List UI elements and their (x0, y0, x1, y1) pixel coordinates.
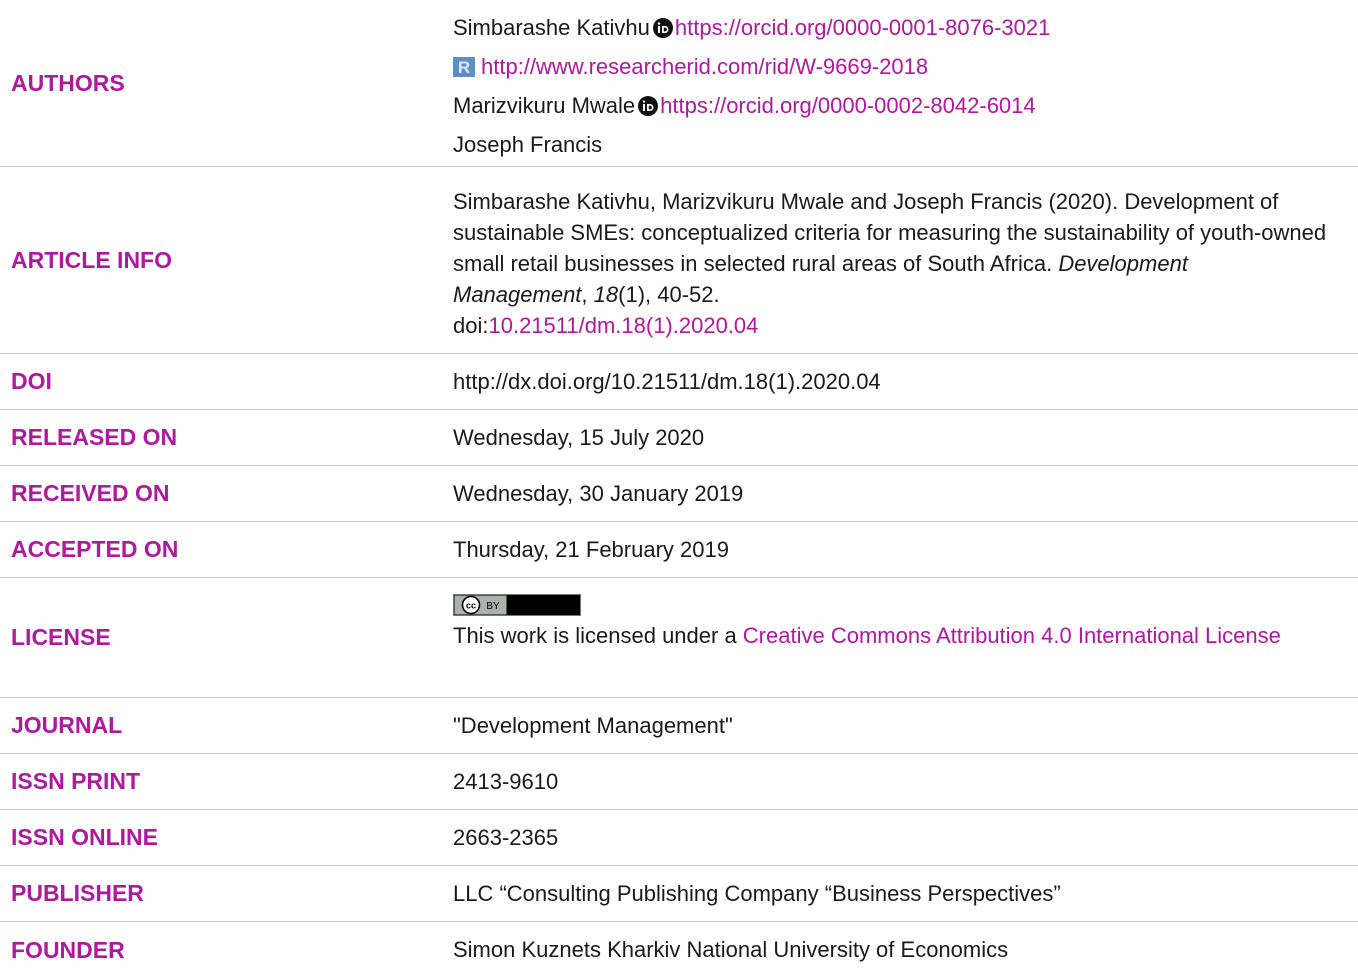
cc-by-badge-icon[interactable]: cc BY (453, 594, 581, 616)
doi-value: http://dx.doi.org/10.21511/dm.18(1).2020… (453, 368, 881, 394)
journal-value: "Development Management" (453, 712, 733, 738)
svg-text:R: R (458, 58, 470, 77)
authors-value: Simbarashe Kativhu https://orcid.org/000… (453, 0, 1328, 174)
citation-authors: Simbarashe Kativhu, Marizvikuru Mwale an… (453, 188, 1119, 214)
citation-volume: 18 (593, 281, 619, 307)
released-on-value: Wednesday, 15 July 2020 (453, 424, 705, 450)
row-issn-online: ISSN ONLINE 2663-2365 (0, 810, 1358, 866)
doi-label: DOI (11, 368, 52, 394)
accepted-on-label: ACCEPTED ON (11, 536, 179, 562)
publisher-value: LLC “Consulting Publishing Company “Busi… (453, 880, 1061, 906)
publisher-label: PUBLISHER (11, 880, 144, 906)
issn-online-value: 2663-2365 (453, 824, 559, 850)
issn-online-label: ISSN ONLINE (11, 824, 158, 850)
license-value: cc BY This work is licensed under a Crea… (453, 578, 1328, 713)
article-info-value: Simbarashe Kativhu, Marizvikuru Mwale an… (453, 167, 1328, 356)
row-received-on: RECEIVED ON Wednesday, 30 January 2019 (0, 466, 1358, 522)
orcid-icon (652, 17, 673, 38)
citation-doi: doi:10.21511/dm.18(1).2020.04 (453, 310, 1328, 341)
author-1: Simbarashe Kativhu https://orcid.org/000… (453, 8, 1328, 47)
author-name: Marizvikuru Mwale (453, 93, 636, 118)
row-article-info: ARTICLE INFO Simbarashe Kativhu, Marizvi… (0, 167, 1358, 354)
researcherid-link[interactable]: http://www.researcherid.com/rid/W-9669-2… (481, 47, 928, 86)
row-authors: AUTHORS Simbarashe Kativhu https://orcid… (0, 0, 1358, 167)
author-1-researcherid: R http://www.researcherid.com/rid/W-9669… (453, 47, 1328, 86)
authors-label: AUTHORS (11, 69, 125, 96)
citation-issue-pages: (1), 40-52. (618, 281, 720, 307)
issn-print-value: 2413-9610 (453, 768, 559, 794)
researcherid-icon: R (453, 56, 475, 77)
author-orcid-link[interactable]: https://orcid.org/0000-0002-8042-6014 (660, 86, 1035, 125)
citation-doi-link[interactable]: 10.21511/dm.18(1).2020.04 (488, 313, 758, 338)
license-text-prefix: This work is licensed under a (453, 623, 743, 648)
row-released-on: RELEASED ON Wednesday, 15 July 2020 (0, 410, 1358, 466)
row-issn-print: ISSN PRINT 2413-9610 (0, 754, 1358, 810)
citation-separator: , (581, 281, 594, 307)
author-name: Simbarashe Kativhu (453, 15, 650, 40)
article-info-label: ARTICLE INFO (11, 246, 172, 273)
row-license: LICENSE cc BY This work is licensed unde… (0, 578, 1358, 698)
author-orcid-link[interactable]: https://orcid.org/0000-0001-8076-3021 (675, 8, 1050, 47)
cc-badge-cc-text: cc (466, 601, 476, 611)
issn-print-label: ISSN PRINT (11, 768, 141, 794)
row-journal: JOURNAL "Development Management" (0, 698, 1358, 754)
received-on-value: Wednesday, 30 January 2019 (453, 480, 744, 506)
released-on-label: RELEASED ON (11, 424, 178, 450)
author-3: Joseph Francis (453, 125, 1328, 164)
author-2: Marizvikuru Mwale https://orcid.org/0000… (453, 86, 1328, 125)
row-publisher: PUBLISHER LLC “Consulting Publishing Com… (0, 866, 1358, 922)
journal-label: JOURNAL (11, 712, 123, 738)
orcid-icon (638, 95, 659, 116)
author-name: Joseph Francis (453, 132, 603, 157)
row-doi: DOI http://dx.doi.org/10.21511/dm.18(1).… (0, 354, 1358, 410)
doi-prefix: doi: (453, 312, 489, 338)
license-link[interactable]: Creative Commons Attribution 4.0 Interna… (743, 623, 1281, 648)
row-accepted-on: ACCEPTED ON Thursday, 21 February 2019 (0, 522, 1358, 578)
accepted-on-value: Thursday, 21 February 2019 (453, 536, 729, 562)
license-label: LICENSE (11, 624, 111, 650)
received-on-label: RECEIVED ON (11, 480, 170, 506)
cc-badge-by-text: BY (486, 601, 500, 612)
license-text: This work is licensed under a Creative C… (453, 620, 1328, 652)
citation-text: Simbarashe Kativhu, Marizvikuru Mwale an… (453, 186, 1328, 310)
